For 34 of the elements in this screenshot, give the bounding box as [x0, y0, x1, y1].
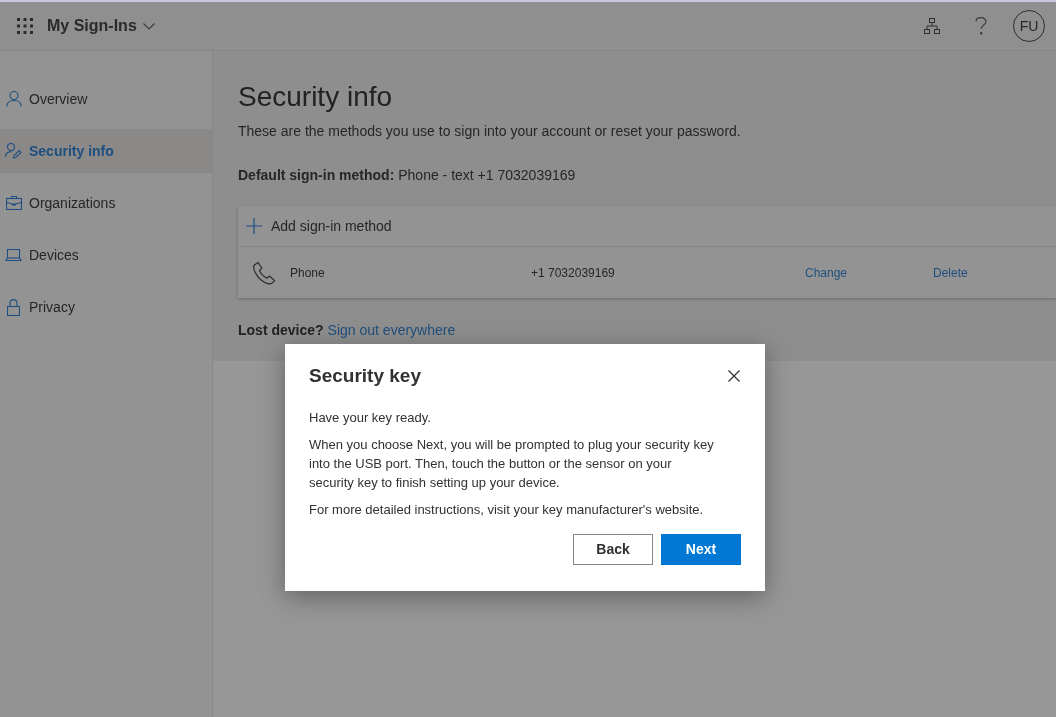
- page-title: Security info: [238, 80, 394, 114]
- app-title-dropdown[interactable]: My Sign-Ins: [47, 14, 155, 38]
- sidebar-item[interactable]: Organizations: [0, 181, 212, 225]
- dialog-text: When you choose Next, you will be prompted to plug your security key into the USB port. Then, touch the button or the sensor on your security key to finish setting up your device.: [309, 436, 714, 492]
- person-pencil-icon: [5, 143, 22, 159]
- method-action-link[interactable]: Delete: [933, 265, 968, 280]
- briefcase-icon: [5, 196, 22, 210]
- sidebar-item[interactable]: Privacy: [0, 285, 212, 329]
- laptop-icon: [5, 249, 22, 261]
- add-method-button[interactable]: Add sign-in method: [238, 206, 1056, 247]
- sidebar-item[interactable]: Overview: [0, 77, 212, 121]
- method-action-link[interactable]: Change: [805, 265, 848, 280]
- dialog-text: Have your key ready.: [309, 409, 432, 427]
- sign-out-everywhere-link[interactable]: Sign out everywhere: [327, 320, 456, 340]
- sidebar-item[interactable]: Security info: [0, 129, 212, 173]
- dialog-text: For more detailed instructions, visit your key manufacturer's website.: [309, 501, 705, 519]
- default-method-text: Default sign-in method: Phone - text +1 7032039169: [238, 166, 577, 185]
- plus-icon: [246, 218, 262, 234]
- help-icon[interactable]: [975, 17, 987, 35]
- page-subtitle: These are the methods you use to sign into your account or reset your password.: [238, 122, 742, 140]
- primary-button[interactable]: Next: [661, 534, 741, 565]
- method-name: Phone: [290, 264, 326, 282]
- close-icon[interactable]: [728, 370, 740, 382]
- person-icon: [5, 91, 22, 107]
- lost-device-label: Lost device?: [238, 321, 324, 340]
- dialog-title: Security key: [309, 364, 421, 388]
- method-value: +1 7032039169: [531, 264, 616, 282]
- phone-icon: [252, 260, 276, 285]
- padlock-icon: [7, 298, 20, 316]
- org-chart-icon[interactable]: [924, 18, 940, 34]
- chevron-down-icon[interactable]: [142, 22, 155, 30]
- secondary-button[interactable]: Back: [573, 534, 653, 565]
- app-launcher-icon[interactable]: [17, 18, 33, 34]
- sidebar-item[interactable]: Devices: [0, 233, 212, 277]
